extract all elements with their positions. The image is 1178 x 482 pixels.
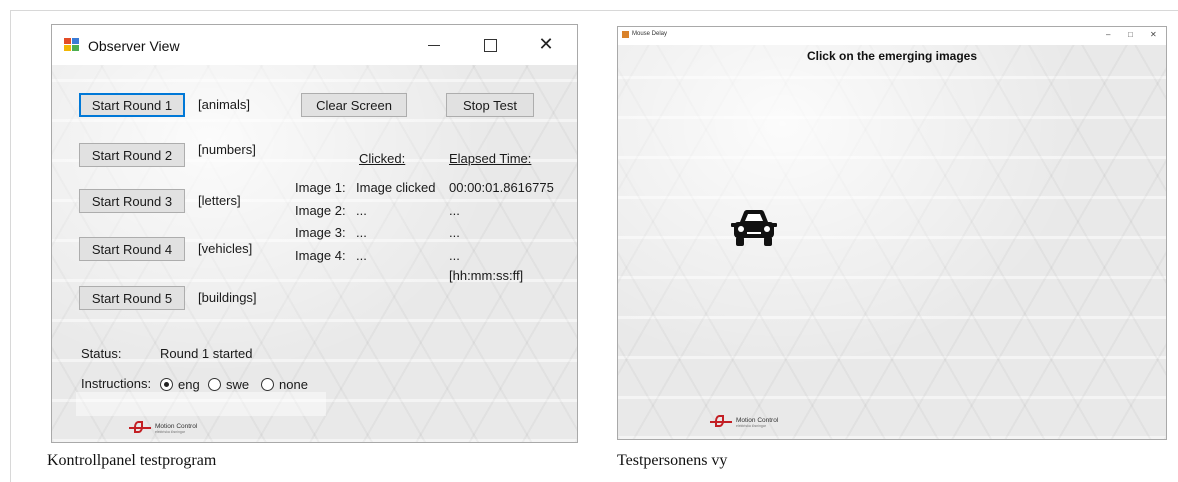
motion-control-logo: Motion Control elektriska lösningar [129, 421, 197, 435]
result-clicked-value: ... [356, 203, 367, 218]
result-image-label: Image 2: [295, 203, 346, 218]
radio-none[interactable] [261, 378, 274, 391]
motion-control-logo-icon [710, 415, 732, 429]
close-icon: ✕ [1150, 30, 1157, 39]
radio-eng[interactable] [160, 378, 173, 391]
status-value: Round 1 started [160, 346, 253, 361]
logo-name: Motion Control [155, 422, 198, 430]
result-elapsed-value: ... [449, 203, 460, 218]
close-button[interactable]: ✕ [1150, 30, 1157, 39]
elapsed-time-header: Elapsed Time: [449, 151, 532, 166]
clicked-header: Clicked: [359, 151, 406, 166]
close-button[interactable]: ✕ [526, 31, 566, 57]
stop-test-button[interactable]: Stop Test [446, 93, 534, 117]
category-label-vehicles: [vehicles] [198, 241, 253, 256]
logo-tagline: elektriska lösningar [155, 429, 185, 434]
start-round-4-button[interactable]: Start Round 4 [79, 237, 185, 261]
instructions-group [76, 392, 326, 416]
minimize-icon: – [1106, 30, 1111, 39]
start-round-3-button[interactable]: Start Round 3 [79, 189, 185, 213]
radio-eng-label[interactable]: eng [178, 377, 200, 392]
mouse-delay-window: Mouse Delay – □ ✕ Click on the emerging … [617, 26, 1167, 440]
result-image-label: Image 1: [295, 180, 346, 195]
result-elapsed-value: 00:00:01.8616775 [449, 180, 554, 195]
result-image-label: Image 3: [295, 225, 346, 240]
radio-none-label[interactable]: none [279, 377, 308, 392]
result-clicked-value: ... [356, 248, 367, 263]
car-icon[interactable] [730, 208, 778, 248]
observer-view-window: Observer View ✕ Start Round 1 Start Roun… [51, 24, 578, 443]
result-clicked-value: Image clicked [356, 180, 436, 195]
figure-border-left [10, 10, 11, 482]
clear-screen-button[interactable]: Clear Screen [301, 93, 407, 117]
close-icon: ✕ [538, 34, 554, 54]
app-icon [64, 38, 80, 52]
minimize-icon [428, 44, 440, 46]
caption-right: Testpersonens vy [617, 452, 728, 469]
category-label-animals: [animals] [198, 97, 251, 112]
minimize-button[interactable] [414, 31, 454, 57]
logo-tagline: elektriska lösningar [736, 423, 766, 428]
logo-name: Motion Control [736, 416, 779, 424]
radio-swe[interactable] [208, 378, 221, 391]
result-image-label: Image 4: [295, 248, 346, 263]
time-format-label: [hh:mm:ss:ff] [449, 268, 524, 283]
maximize-icon [483, 38, 497, 52]
maximize-icon: □ [1128, 30, 1133, 39]
radio-swe-label[interactable]: swe [226, 377, 249, 392]
category-label-letters: [letters] [198, 193, 241, 208]
window-title: Mouse Delay [632, 31, 668, 37]
maximize-button[interactable]: □ [1128, 30, 1133, 39]
maximize-button[interactable] [470, 31, 510, 57]
start-round-1-button[interactable]: Start Round 1 [79, 93, 185, 117]
category-label-numbers: [numbers] [198, 142, 256, 157]
result-clicked-value: ... [356, 225, 367, 240]
instructions-label: Instructions: [81, 376, 152, 391]
motion-control-logo-icon [129, 421, 151, 435]
stimulus-area [618, 45, 1166, 439]
minimize-button[interactable]: – [1106, 30, 1110, 39]
title-bar[interactable]: Mouse Delay – □ ✕ [618, 27, 1166, 45]
figure-border-top [10, 10, 1178, 11]
category-label-buildings: [buildings] [198, 290, 257, 305]
title-bar[interactable]: Observer View ✕ [52, 25, 577, 65]
start-round-5-button[interactable]: Start Round 5 [79, 286, 185, 310]
caption-left: Kontrollpanel testprogram [47, 452, 217, 469]
result-elapsed-value: ... [449, 225, 460, 240]
result-elapsed-value: ... [449, 248, 460, 263]
instruction-headline: Click on the emerging images [806, 49, 978, 63]
motion-control-logo: Motion Control elektriska lösningar [710, 415, 778, 429]
observer-client-area: Start Round 1 Start Round 2 Start Round … [52, 65, 577, 442]
start-round-2-button[interactable]: Start Round 2 [79, 143, 185, 167]
window-title: Observer View [88, 38, 180, 54]
app-icon [622, 31, 629, 38]
status-label: Status: [81, 346, 122, 361]
